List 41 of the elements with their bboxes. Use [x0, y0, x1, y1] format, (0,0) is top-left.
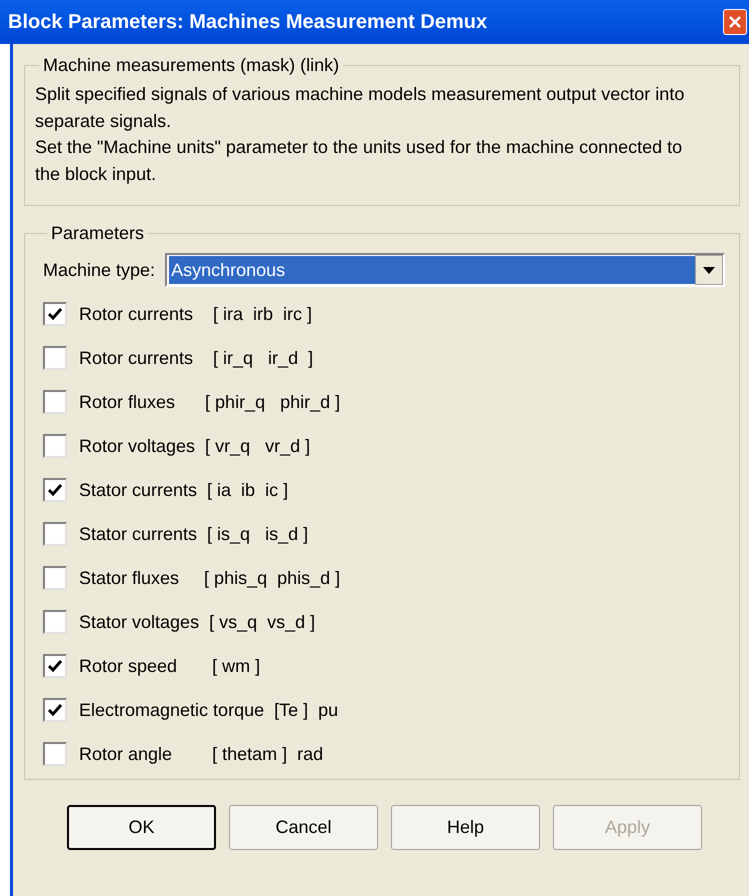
caret-icon: [703, 266, 715, 274]
group-legend: Parameters: [47, 220, 148, 247]
field-label: Machine type:: [43, 258, 156, 282]
checkbox[interactable]: [43, 654, 67, 678]
checkbox-label: Rotor angle [ thetam ] rad: [79, 742, 324, 766]
checkbox-label: Rotor speed [ wm ]: [79, 654, 260, 678]
checkbox[interactable]: [43, 742, 67, 766]
checkbox[interactable]: [43, 390, 67, 414]
close-button[interactable]: [723, 9, 747, 35]
checkbox[interactable]: [43, 522, 67, 546]
checkbox-label: Stator fluxes [ phis_q phis_d ]: [79, 566, 340, 590]
checkmark-icon: [48, 308, 62, 320]
checkbox[interactable]: [43, 478, 67, 502]
checkbox-label: Rotor fluxes [ phir_q phir_d ]: [79, 390, 340, 414]
checkbox-label: Stator currents [ ia ib ic ]: [79, 478, 288, 502]
checkmark-icon: [48, 484, 62, 496]
checkmark-icon: [48, 660, 62, 672]
dropdown-arrow-button[interactable]: [695, 255, 723, 285]
dropdown-value: Asynchronous: [169, 256, 695, 284]
checkbox[interactable]: [43, 566, 67, 590]
dialog-button[interactable]: OK: [67, 805, 216, 850]
checkbox-label: Electromagnetic torque [Te ] pu: [79, 698, 338, 722]
dialog-button[interactable]: Help: [391, 805, 540, 850]
checkbox-label: Stator currents [ is_q is_d ]: [79, 522, 308, 546]
description-text: Set the "Machine units" parameter to the units used for the machine connected to the block input.: [35, 136, 684, 186]
checkbox[interactable]: [43, 610, 67, 634]
machine-type-dropdown[interactable]: Asynchronous: [165, 253, 725, 287]
checkbox[interactable]: [43, 698, 67, 722]
checkbox-label: Rotor currents [ ira irb irc ]: [79, 302, 312, 326]
checkbox[interactable]: [43, 434, 67, 458]
checkbox[interactable]: [43, 302, 67, 326]
checkbox-label: Rotor voltages [ vr_q vr_d ]: [79, 434, 310, 458]
dialog-button[interactable]: Cancel: [229, 805, 378, 850]
group-legend: Machine measurements (mask) (link): [39, 52, 344, 79]
description-text: Split specified signals of various machine models measurement output vector into separate signals.: [35, 83, 685, 133]
window-title: Block Parameters: Machines Measurement Demux: [8, 10, 488, 35]
checkmark-icon: [48, 704, 62, 716]
checkbox-label: Stator voltages [ vs_q vs_d ]: [79, 610, 316, 634]
checkbox-label: Rotor currents [ ir_q ir_d ]: [79, 346, 314, 370]
close-icon: [728, 15, 742, 29]
checkbox[interactable]: [43, 346, 67, 370]
